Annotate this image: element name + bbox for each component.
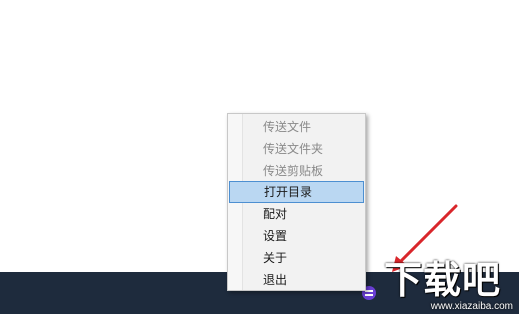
menu-item-exit[interactable]: 退出: [229, 269, 364, 291]
watermark: 下载吧 www.xiazaiba.com: [380, 252, 519, 314]
watermark-domain: www.xiazaiba.com: [430, 301, 513, 312]
context-menu: 传送文件 传送文件夹 传送剪贴板 打开目录 配对 设置 关于 退出: [227, 113, 366, 291]
watermark-logo: 下载吧: [384, 258, 502, 302]
menu-item-send-file: 传送文件: [263, 120, 312, 134]
menu-item-send-clipboard: 传送剪贴板: [263, 164, 324, 178]
menu-item-about[interactable]: 关于: [229, 247, 364, 269]
menu-item-open-directory[interactable]: 打开目录: [229, 181, 364, 203]
menu-item-settings[interactable]: 设置: [229, 225, 364, 247]
menu-item-send-folder: 传送文件夹: [263, 142, 324, 156]
menu-item-pair[interactable]: 配对: [229, 203, 364, 225]
